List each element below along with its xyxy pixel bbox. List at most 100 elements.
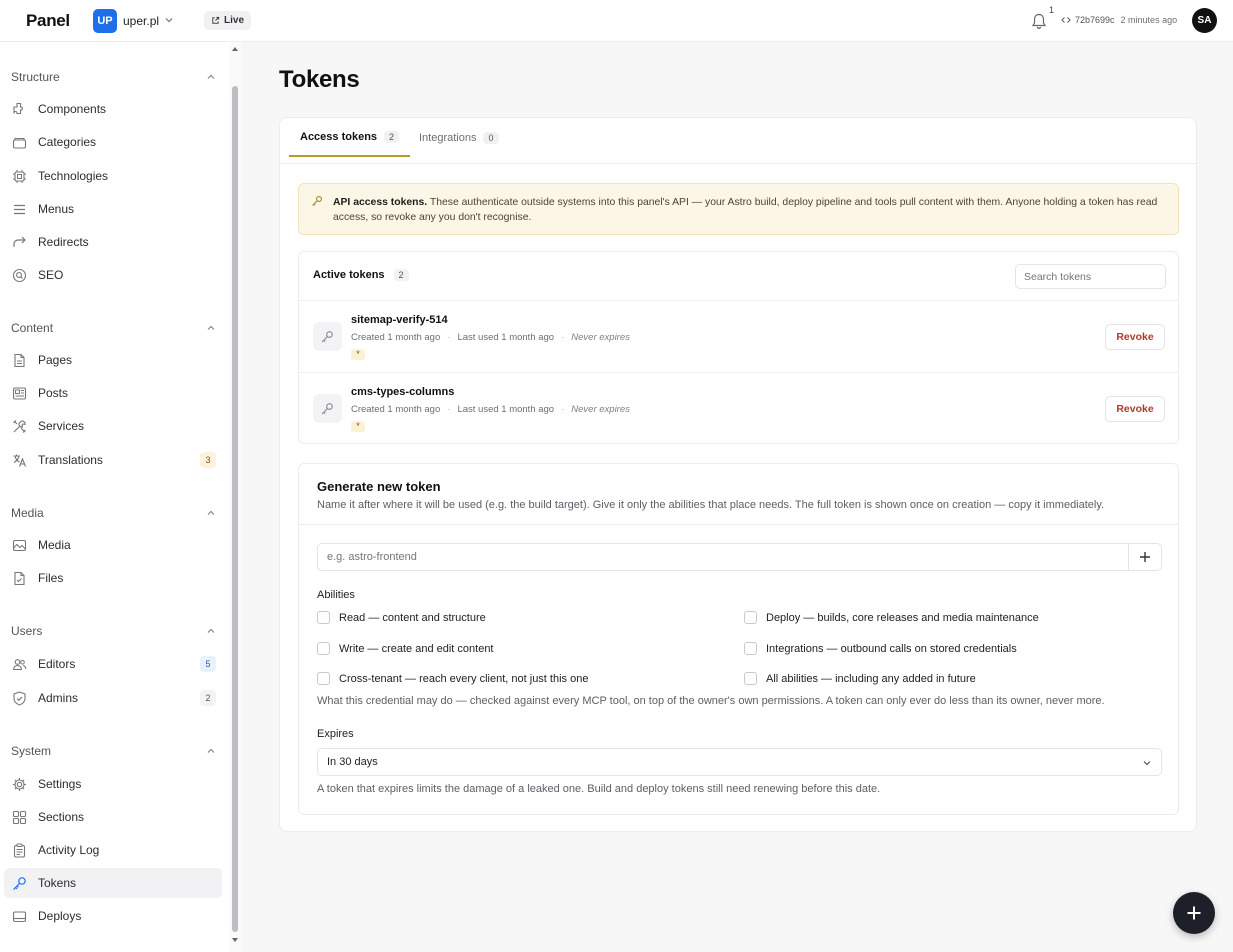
sidebar-item-editors[interactable]: Editors 5 <box>4 649 222 679</box>
checkbox[interactable] <box>744 611 757 624</box>
checkbox[interactable] <box>317 642 330 655</box>
sidebar-item-services[interactable]: Services <box>4 411 222 441</box>
api-tokens-notice: API access tokens. These authenticate ou… <box>298 183 1179 235</box>
page-icon <box>11 352 28 369</box>
services-icon <box>11 418 28 435</box>
token-scope-badge: * <box>351 421 365 432</box>
generate-token-button[interactable] <box>1128 543 1162 571</box>
sidebar-item-label: Redirects <box>38 235 89 249</box>
token-created: Created 1 month ago <box>351 404 441 415</box>
sidebar-item-technologies[interactable]: Technologies <box>4 161 222 191</box>
active-tokens-panel: Active tokens 2 sitemap-verify-514 Creat… <box>298 251 1179 444</box>
expires-help: A token that expires limits the damage o… <box>317 783 881 795</box>
key-icon <box>312 196 322 206</box>
live-site-link[interactable]: Live <box>204 11 252 30</box>
page-title: Tokens <box>279 66 360 93</box>
generate-token-panel: Generate new token Name it after where i… <box>298 463 1179 815</box>
sidebar-item-label: Media <box>38 538 71 552</box>
ability-checkbox-read[interactable]: Read — content and structure <box>317 611 486 624</box>
checkbox[interactable] <box>744 672 757 685</box>
sidebar-scrollbar[interactable] <box>229 42 241 952</box>
site-switcher-label[interactable]: uper.pl <box>123 14 159 28</box>
user-avatar[interactable]: SA <box>1192 8 1217 33</box>
brand-logo[interactable]: Panel <box>26 11 70 31</box>
count-badge: 3 <box>200 452 216 468</box>
tab-bar: Access tokens 2 Integrations 0 <box>280 118 1196 164</box>
tab-count: 0 <box>483 131 499 144</box>
chevron-down-icon[interactable] <box>164 15 174 25</box>
clipboard-icon <box>11 842 28 859</box>
sidebar-item-pages[interactable]: Pages <box>4 345 222 375</box>
revoke-button[interactable]: Revoke <box>1105 324 1165 350</box>
token-name: sitemap-verify-514 <box>351 314 448 326</box>
sections-icon <box>11 809 28 826</box>
sidebar-item-activity-log[interactable]: Activity Log <box>4 835 222 865</box>
sidebar-item-tokens[interactable]: Tokens <box>4 868 222 898</box>
scroll-up-arrow[interactable] <box>231 45 239 53</box>
sidebar-item-sections[interactable]: Sections <box>4 802 222 832</box>
sidebar-item-categories[interactable]: Categories <box>4 127 222 157</box>
sidebar-item-files[interactable]: Files <box>4 563 222 593</box>
count-badge: 2 <box>200 690 216 706</box>
key-icon <box>11 875 28 892</box>
site-badge[interactable]: UP <box>93 9 117 33</box>
revoke-button[interactable]: Revoke <box>1105 396 1165 422</box>
translate-icon <box>11 452 28 469</box>
section-header-content[interactable]: Content <box>11 321 216 335</box>
sidebar-item-media[interactable]: Media <box>4 530 222 560</box>
sidebar-item-label: Editors <box>38 657 76 671</box>
menu-icon <box>11 201 28 218</box>
section-header-structure[interactable]: Structure <box>11 70 216 84</box>
ability-checkbox-cross-tenant[interactable]: Cross-tenant — reach every client, not j… <box>317 672 588 685</box>
bell-icon[interactable] <box>1030 12 1048 30</box>
generate-token-description: Name it after where it will be used (e.g… <box>317 499 1105 511</box>
sidebar-item-label: Posts <box>38 386 69 400</box>
code-icon <box>1061 17 1071 23</box>
gear-icon <box>11 776 28 793</box>
token-meta: Created 1 month ago · Last used 1 month … <box>351 332 630 343</box>
sidebar-item-label: Services <box>38 419 85 433</box>
sidebar-item-components[interactable]: Components <box>4 94 222 124</box>
ability-checkbox-integrations[interactable]: Integrations — outbound calls on stored … <box>744 642 1017 655</box>
separator-dot: · <box>447 332 451 343</box>
sidebar-item-settings[interactable]: Settings <box>4 769 222 799</box>
token-last-used: Last used 1 month ago <box>457 404 555 415</box>
sidebar-item-posts[interactable]: Posts <box>4 378 222 408</box>
scrollbar-thumb[interactable] <box>232 86 238 932</box>
token-name: cms-types-columns <box>351 386 455 398</box>
sidebar-item-deploys[interactable]: Deploys <box>4 901 222 931</box>
shield-icon <box>11 690 28 707</box>
checkbox[interactable] <box>317 672 330 685</box>
checkbox[interactable] <box>317 611 330 624</box>
sidebar-item-menus[interactable]: Menus <box>4 194 222 224</box>
sidebar-item-seo[interactable]: SEO <box>4 260 222 290</box>
plus-icon <box>1140 552 1150 562</box>
ability-checkbox-write[interactable]: Write — create and edit content <box>317 642 494 655</box>
expires-select[interactable]: In 30 days <box>317 748 1162 776</box>
sidebar-item-translations[interactable]: Translations 3 <box>4 445 222 475</box>
sidebar-item-admins[interactable]: Admins 2 <box>4 683 222 713</box>
search-tokens-input[interactable] <box>1015 264 1166 289</box>
notice-bold: API access tokens. <box>333 197 428 208</box>
chevron-up-icon <box>207 74 215 79</box>
ability-checkbox-deploy[interactable]: Deploy — builds, core releases and media… <box>744 611 1039 624</box>
section-header-media[interactable]: Media <box>11 506 216 520</box>
ability-checkbox-all[interactable]: All abilities — including any added in f… <box>744 672 976 685</box>
notification-count: 1 <box>1049 5 1055 15</box>
posts-icon <box>11 385 28 402</box>
section-title: Users <box>11 624 43 638</box>
floating-add-button[interactable] <box>1173 892 1215 934</box>
scroll-down-arrow[interactable] <box>231 936 239 944</box>
sidebar: Structure Components Categories Technolo… <box>0 42 241 952</box>
checkbox[interactable] <box>744 642 757 655</box>
sidebar-item-label: Files <box>38 571 64 585</box>
sidebar-item-redirects[interactable]: Redirects <box>4 227 222 257</box>
section-header-system[interactable]: System <box>11 744 216 758</box>
section-header-users[interactable]: Users <box>11 624 216 638</box>
sidebar-item-label: Pages <box>38 353 73 367</box>
tab-access-tokens[interactable]: Access tokens 2 <box>289 118 411 157</box>
tab-integrations[interactable]: Integrations 0 <box>419 118 499 157</box>
token-name-input[interactable] <box>317 543 1128 571</box>
build-commit-info[interactable]: 72b7699c 2 minutes ago <box>1061 15 1177 25</box>
file-icon <box>11 570 28 587</box>
